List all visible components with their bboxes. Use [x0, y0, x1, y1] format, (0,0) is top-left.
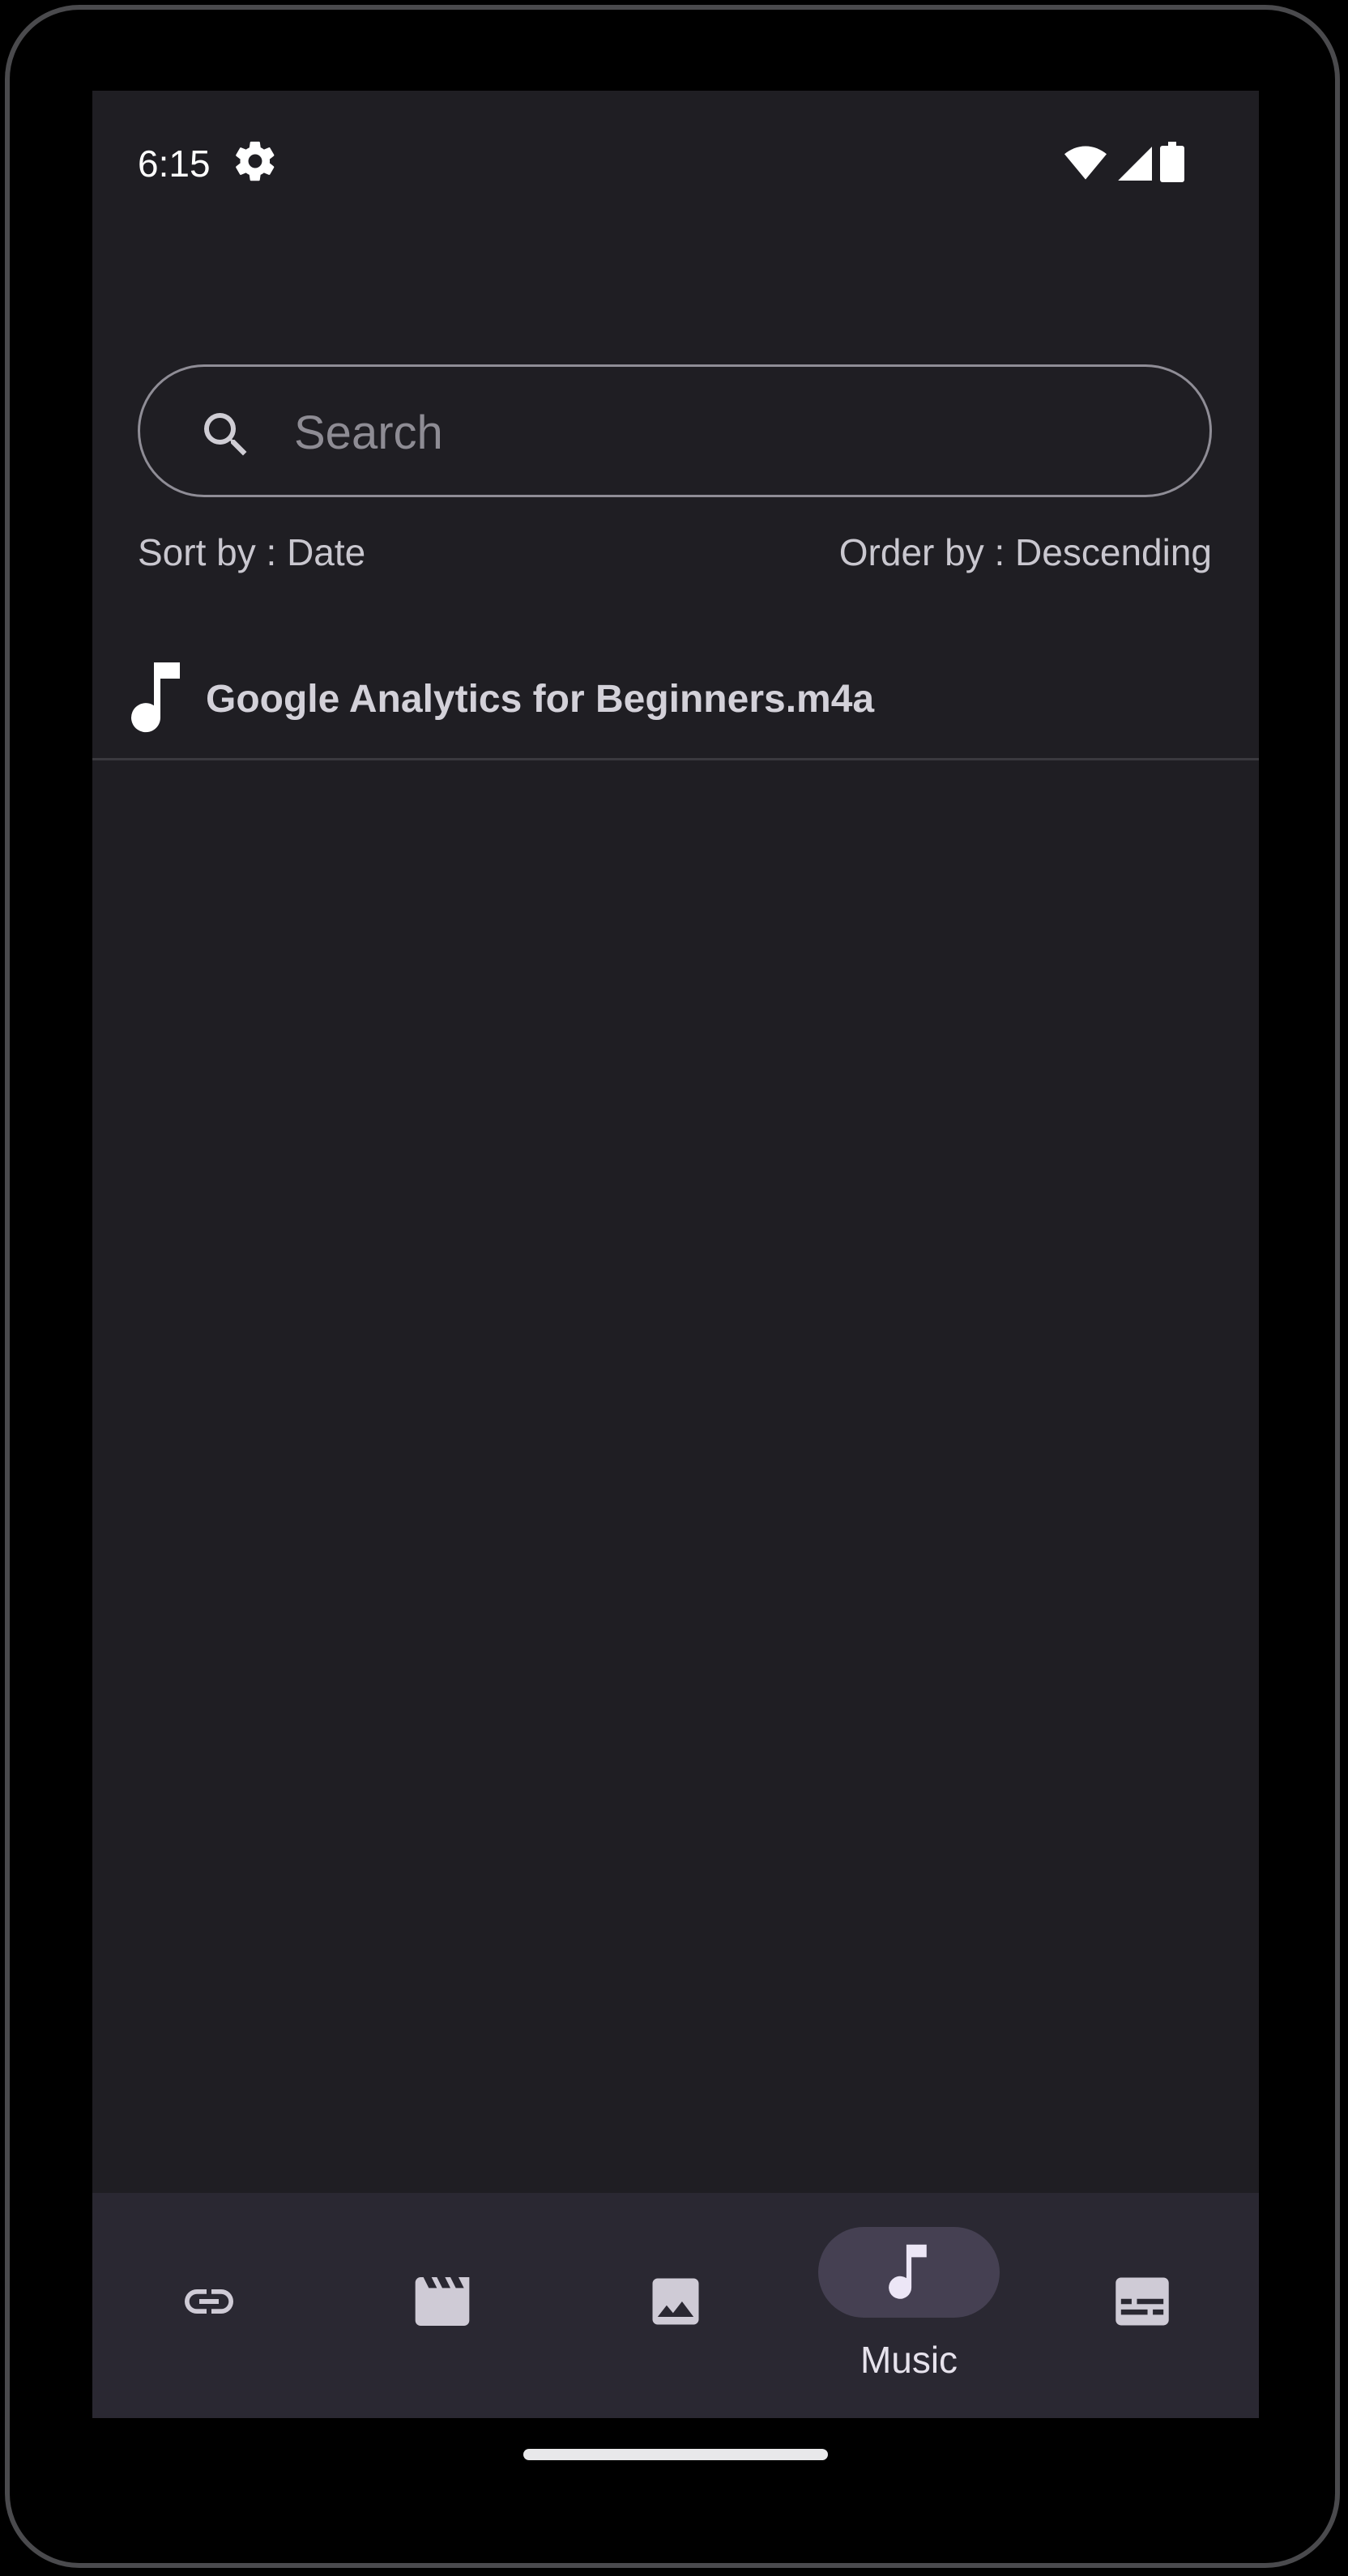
bottom-navigation: Music — [92, 2193, 1259, 2418]
search-bar[interactable] — [138, 364, 1212, 497]
sort-by-button[interactable]: Sort by : Date — [138, 526, 365, 578]
nav-item-links[interactable] — [92, 2193, 326, 2418]
list-item[interactable]: Google Analytics for Beginners.m4a — [92, 641, 1259, 760]
battery-icon — [1160, 142, 1184, 182]
image-icon — [652, 2278, 699, 2325]
music-note-icon — [131, 662, 180, 733]
status-time: 6:15 — [138, 143, 211, 185]
video-clapperboard-icon — [415, 2277, 470, 2326]
file-name: Google Analytics for Beginners.m4a — [206, 678, 875, 721]
nav-item-videos[interactable] — [326, 2193, 559, 2418]
search-input[interactable] — [292, 391, 1171, 474]
nav-label-music: Music — [860, 2339, 958, 2381]
status-bar: 6:15 — [92, 91, 1259, 228]
status-icons — [1064, 139, 1184, 185]
order-by-button[interactable]: Order by : Descending — [839, 526, 1212, 578]
search-icon — [204, 413, 247, 456]
nav-item-images[interactable] — [559, 2193, 792, 2418]
music-note-icon — [889, 2244, 927, 2299]
app-screen: 6:15 Sort by : Date Order by : Descendin… — [92, 91, 1259, 2418]
nav-item-subtitles[interactable] — [1026, 2193, 1259, 2418]
settings-gear-icon — [236, 141, 275, 181]
cell-signal-icon — [1118, 147, 1152, 181]
home-indicator[interactable] — [523, 2449, 828, 2460]
subtitles-icon — [1116, 2277, 1169, 2326]
wifi-icon — [1064, 146, 1107, 180]
nav-item-music[interactable]: Music — [792, 2193, 1026, 2418]
link-icon — [185, 2289, 233, 2314]
